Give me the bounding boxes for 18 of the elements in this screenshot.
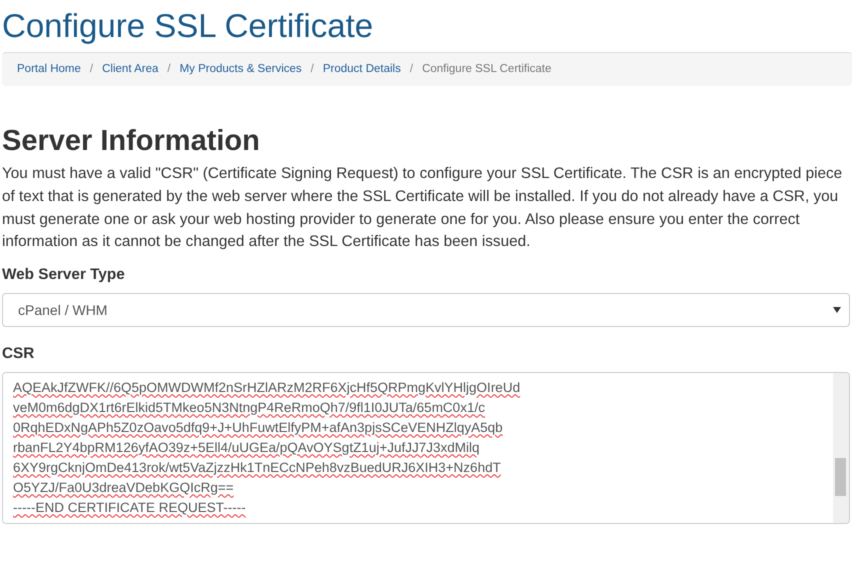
caret-icon: [833, 307, 841, 314]
breadcrumb-link[interactable]: Portal Home: [17, 62, 81, 75]
breadcrumb-separator: /: [310, 62, 315, 77]
breadcrumb-link[interactable]: My Products & Services: [180, 62, 302, 75]
select-field[interactable]: cPanel / WHM: [2, 293, 850, 328]
field-label: Web Server Type: [2, 265, 126, 286]
section-heading: Server Information: [2, 124, 261, 159]
scrollbar[interactable]: [833, 373, 849, 524]
breadcrumb-link[interactable]: Client Area: [102, 62, 158, 75]
csr-field[interactable]: AQEAkJfZWFK//6Q5pOMWDWMf2nSrHZlARzM2RF6XjcHf5QRPmgKvlYHljgOIreUd veM0m6dgDX1rt6rElkid5TMkeo5N3NtngP4ReRmoQh7/9fl1I0JUTa/65mC0x1/c 0RqhEDxNgAPh5Z0zOavo5dfq9+J+UhFuwtElfyPM+afAn3pjsSCeVENHZlqyA5qb rbanFL2Y4bpRM126yfAO39z+5Ell4/uUGEa/pQAvOYSgtZ1uj+JufJJ7J3xdMilq 6XY9rgCknjOmDe413rok/wt5VaZjzzHk1TnECcNPeh8vzBuedURJ6XIH3+Nz6hdT O5YZJ/Fa0U3dreaVDebKGQIcRg== -----END CERTIFICATE REQUEST-----: [2, 372, 850, 524]
intro-paragraph: You must have a valid "CSR" (Certificate Signing Request) to configure your SSL Certificate. The CSR is an encrypted piece of text that is generated by the web server where the SSL Certificate will be installed. If you do not already have a CSR, you must generate one or ask your web hosting provider to generate one for you. Also please ensure you enter the correct information as it cannot be changed after the SSL Certificate has been issued.: [2, 164, 844, 252]
breadcrumb-separator: /: [408, 62, 414, 77]
breadcrumb-link[interactable]: Product Details: [322, 62, 401, 75]
field-label: CSR: [2, 344, 36, 364]
page-title: Configure SSL Certificate: [1, 6, 374, 46]
breadcrumb-current: Configure SSL Certificate: [422, 62, 552, 75]
breadcrumb-separator: /: [88, 62, 94, 77]
breadcrumb-separator: /: [166, 62, 172, 77]
